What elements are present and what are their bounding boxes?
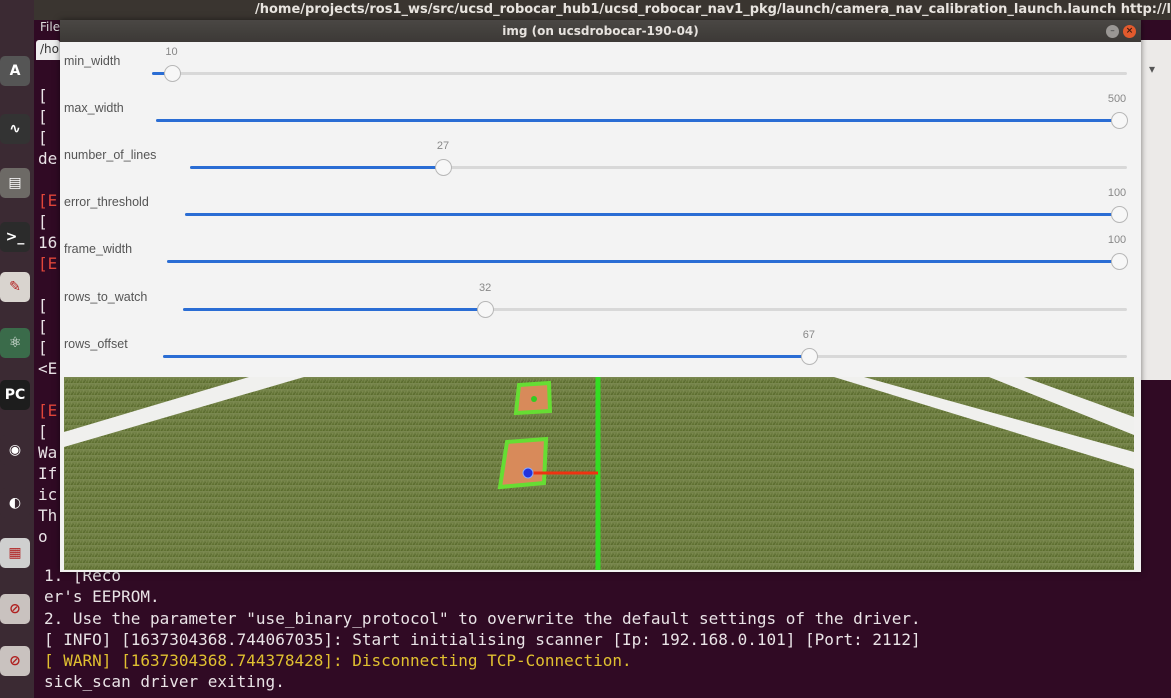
launcher-dock: A ∿ ▤ >_ ✎ ⚛ PC ◉ ◐ ▦ ⊘ ⊘	[0, 0, 34, 698]
terminal-line-fragment: de	[38, 149, 58, 168]
trackbar-frame-width: frame_width 100	[60, 230, 1141, 277]
trackbar-min-width: min_width 10	[60, 42, 1141, 89]
terminal-line: sick_scan driver exiting.	[44, 672, 285, 692]
terminal-line-fragment: Th	[38, 506, 58, 525]
trackbar-track[interactable]: 32	[183, 282, 1127, 318]
terminal-line-fragment: [	[38, 338, 48, 357]
terminal-line-fragment: <E	[38, 359, 58, 378]
terminal-line-fragment: [E	[38, 254, 58, 273]
terminal-output: 1. [Reco er's EEPROM. 2. Use the parameter…	[44, 565, 1164, 693]
trackbar-label: rows_offset	[64, 337, 128, 351]
trackbar-value: 27	[436, 140, 450, 152]
terminal-line-fragment: [	[38, 212, 48, 231]
terminal-line-fragment: ic	[38, 485, 58, 504]
software-updater-icon[interactable]: A	[0, 56, 30, 86]
trackbar-label: number_of_lines	[64, 148, 157, 162]
trackbar-track[interactable]: 10	[152, 46, 1127, 82]
close-button[interactable]: ×	[1123, 25, 1136, 38]
terminal-line-fragment: [	[38, 128, 48, 147]
image-window[interactable]: img (on ucsdrobocar-190-04) – × min_widt…	[60, 20, 1141, 572]
terminal-line-fragment: [	[38, 422, 48, 441]
terminal-line: [ INFO] [1637304368.744067035]: Start in…	[44, 629, 921, 649]
trackbar-handle[interactable]	[434, 159, 452, 176]
trackbar-label: error_threshold	[64, 195, 149, 209]
trackbar-label: max_width	[64, 101, 124, 115]
terminal-line-fragment: o	[38, 527, 48, 546]
device-icon[interactable]: ▦	[0, 538, 30, 568]
blocked-app-icon[interactable]: ⊘	[0, 646, 30, 676]
trackbar-value: 67	[802, 329, 815, 341]
files-icon[interactable]: ▤	[0, 168, 30, 198]
terminal-line-fragment: [	[38, 296, 48, 315]
terminal-output-left: [ [ [ de [E [16 [E [ [ [ <E [E [ Wa If ic Th o	[38, 85, 62, 547]
trackbar-fill	[185, 213, 1127, 216]
terminal-line-fragment	[38, 169, 62, 190]
trackbar-track[interactable]: 67	[163, 329, 1127, 365]
chrome-icon[interactable]: ◉	[0, 435, 30, 465]
trackbar-rows-offset: rows_offset 67	[60, 325, 1141, 372]
terminal-line: [ WARN] [1637304368.744378428]: Disconne…	[44, 651, 632, 671]
camera-image	[64, 377, 1134, 570]
terminal-line-fragment: If	[38, 464, 58, 483]
chevron-down-icon[interactable]: ▾	[1149, 62, 1155, 76]
terminal-line-fragment: [	[38, 107, 48, 126]
detected-region-bottom	[497, 436, 549, 490]
trackbar-fill	[190, 166, 443, 169]
terminal-icon[interactable]: >_	[0, 222, 30, 252]
trackbar-value: 100	[1107, 234, 1127, 246]
trackbar-track[interactable]: 27	[190, 140, 1127, 176]
terminal-line: er's EEPROM.	[44, 587, 160, 607]
terminal-line-fragment: 16	[38, 233, 58, 252]
trackbar-track[interactable]: 500	[156, 93, 1128, 129]
trackbar-number-of-lines: number_of_lines 27	[60, 136, 1141, 183]
trackbar-handle[interactable]	[1111, 253, 1128, 270]
trackbar-value: 10	[165, 46, 178, 58]
text-editor-icon[interactable]: ✎	[0, 272, 30, 302]
terminal-line-fragment: [E	[38, 401, 58, 420]
terminal-line-fragment: [E	[38, 191, 58, 210]
trackbar-value: 32	[478, 282, 492, 294]
eclipse-icon[interactable]: ◐	[0, 488, 30, 518]
trackbar-track[interactable]: 100	[167, 234, 1128, 270]
trackbar-label: min_width	[64, 54, 121, 68]
trackbar-label: frame_width	[64, 242, 133, 256]
trackbar-handle[interactable]	[163, 65, 181, 82]
trackbar-label: rows_to_watch	[64, 290, 148, 304]
camera-feed	[64, 377, 1134, 570]
system-monitor-icon[interactable]: ∿	[0, 114, 30, 144]
atom-icon[interactable]: ⚛	[0, 328, 30, 358]
trackbar-fill	[156, 119, 1127, 122]
trackbar-handle[interactable]	[1111, 112, 1128, 129]
trackbar-handle[interactable]	[477, 301, 495, 318]
trackbar-fill	[163, 355, 809, 358]
minimize-button[interactable]: –	[1106, 25, 1119, 38]
trackbar-fill	[183, 308, 486, 311]
pycharm-icon[interactable]: PC	[0, 380, 30, 410]
trackbar-max-width: max_width 500	[60, 89, 1141, 136]
blocked-app-icon[interactable]: ⊘	[0, 594, 30, 624]
trackbar-handle[interactable]	[1111, 206, 1128, 223]
terminal-line: 2. Use the parameter "use_binary_protoco…	[44, 608, 921, 628]
trackbar-rows-to-watch: rows_to_watch 32	[60, 278, 1141, 325]
trackbar-track[interactable]: 100	[185, 187, 1128, 223]
terminal-line-fragment: [	[38, 317, 48, 336]
terminal-line-fragment	[38, 274, 62, 295]
trackbar-panel: min_width 10 max_width 500 number_of_lines 27…	[60, 42, 1141, 377]
trackbar-value: 100	[1107, 187, 1127, 199]
image-window-title: img (on ucsdrobocar-190-04)	[60, 20, 1141, 42]
window-title-bar: /home/projects/ros1_ws/src/ucsd_robocar_…	[0, 0, 1171, 20]
centroid-marker	[522, 467, 534, 479]
terminal-line-fragment: [	[38, 86, 48, 105]
trackbar-error-threshold: error_threshold 100	[60, 183, 1141, 230]
terminal-line-fragment: Wa	[38, 443, 58, 462]
terminal-menu-file[interactable]: File	[40, 20, 60, 34]
terminal-line-fragment	[38, 379, 62, 400]
terminal-tab[interactable]: /ho	[36, 40, 60, 60]
terminal-scroll-strip: ▾	[1141, 40, 1171, 380]
trackbar-value: 500	[1107, 93, 1127, 105]
trackbar-fill	[167, 260, 1127, 263]
